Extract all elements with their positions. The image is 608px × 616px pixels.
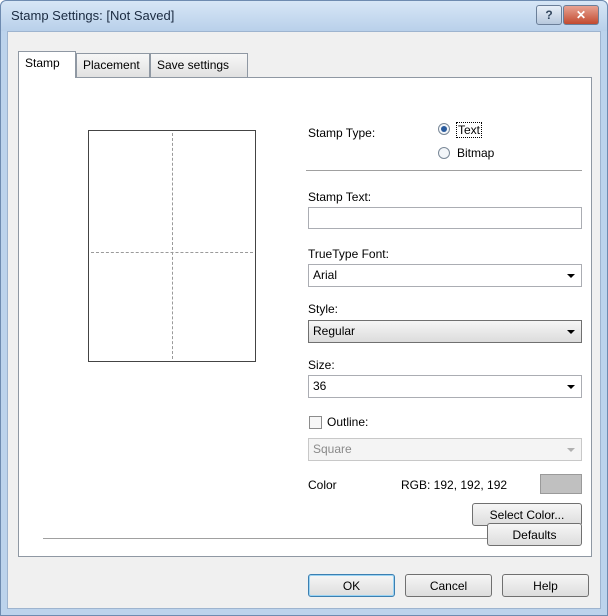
chevron-down-icon	[567, 330, 575, 334]
outline-shape-dropdown: Square	[308, 438, 582, 461]
defaults-button[interactable]: Defaults	[487, 523, 582, 546]
ok-button[interactable]: OK	[308, 574, 395, 597]
chevron-down-icon	[567, 448, 575, 452]
preview-horizontal-guide	[91, 252, 253, 253]
outline-checkbox[interactable]	[309, 416, 322, 429]
stamp-text-label: Stamp Text:	[308, 190, 372, 204]
stamp-type-text-label[interactable]: Text	[456, 122, 483, 138]
stamp-settings-dialog: Stamp Settings: [Not Saved] ? ✕ Stamp Pl…	[0, 0, 608, 616]
tab-placement[interactable]: Placement	[76, 53, 150, 77]
truetype-font-dropdown[interactable]: Arial	[308, 264, 582, 287]
outline-label[interactable]: Outline:	[327, 415, 368, 429]
window-title: Stamp Settings: [Not Saved]	[11, 8, 175, 23]
close-button[interactable]: ✕	[563, 5, 599, 25]
preview-vertical-guide	[172, 133, 173, 359]
chevron-down-icon	[567, 274, 575, 278]
color-swatch	[540, 474, 582, 494]
color-label: Color	[308, 478, 337, 492]
style-label: Style:	[308, 302, 339, 316]
stamp-tab-panel: Stamp Type: Text Bitmap Stamp Text: True…	[18, 77, 592, 557]
outline-shape-value: Square	[313, 442, 352, 456]
size-value: 36	[313, 379, 327, 393]
tab-save-settings[interactable]: Save settings	[150, 53, 248, 77]
size-label: Size:	[308, 358, 335, 372]
help-button[interactable]: Help	[502, 574, 589, 597]
color-rgb-readout: RGB: 192, 192, 192	[401, 478, 508, 492]
help-title-button[interactable]: ?	[536, 5, 562, 25]
style-value: Regular	[313, 324, 356, 338]
chevron-down-icon	[567, 385, 575, 389]
question-mark-icon: ?	[545, 8, 553, 22]
size-dropdown[interactable]: 36	[308, 375, 582, 398]
close-icon: ✕	[575, 8, 587, 22]
stamp-type-label: Stamp Type:	[308, 126, 376, 140]
truetype-font-label: TrueType Font:	[308, 247, 389, 261]
tab-stamp[interactable]: Stamp	[18, 51, 76, 78]
stamp-text-input[interactable]	[308, 207, 582, 229]
truetype-font-value: Arial	[313, 268, 338, 282]
title-bar[interactable]: Stamp Settings: [Not Saved] ? ✕	[1, 1, 607, 31]
stamp-type-bitmap-label[interactable]: Bitmap	[457, 146, 494, 160]
stamp-preview	[88, 130, 256, 362]
stamp-type-bitmap-radio[interactable]	[438, 147, 450, 159]
stamp-type-text-radio[interactable]	[438, 123, 450, 135]
style-dropdown[interactable]: Regular	[308, 320, 582, 343]
separator	[306, 170, 582, 172]
dialog-client-area: Stamp Placement Save settings Stamp Type…	[7, 31, 601, 609]
cancel-button[interactable]: Cancel	[405, 574, 492, 597]
